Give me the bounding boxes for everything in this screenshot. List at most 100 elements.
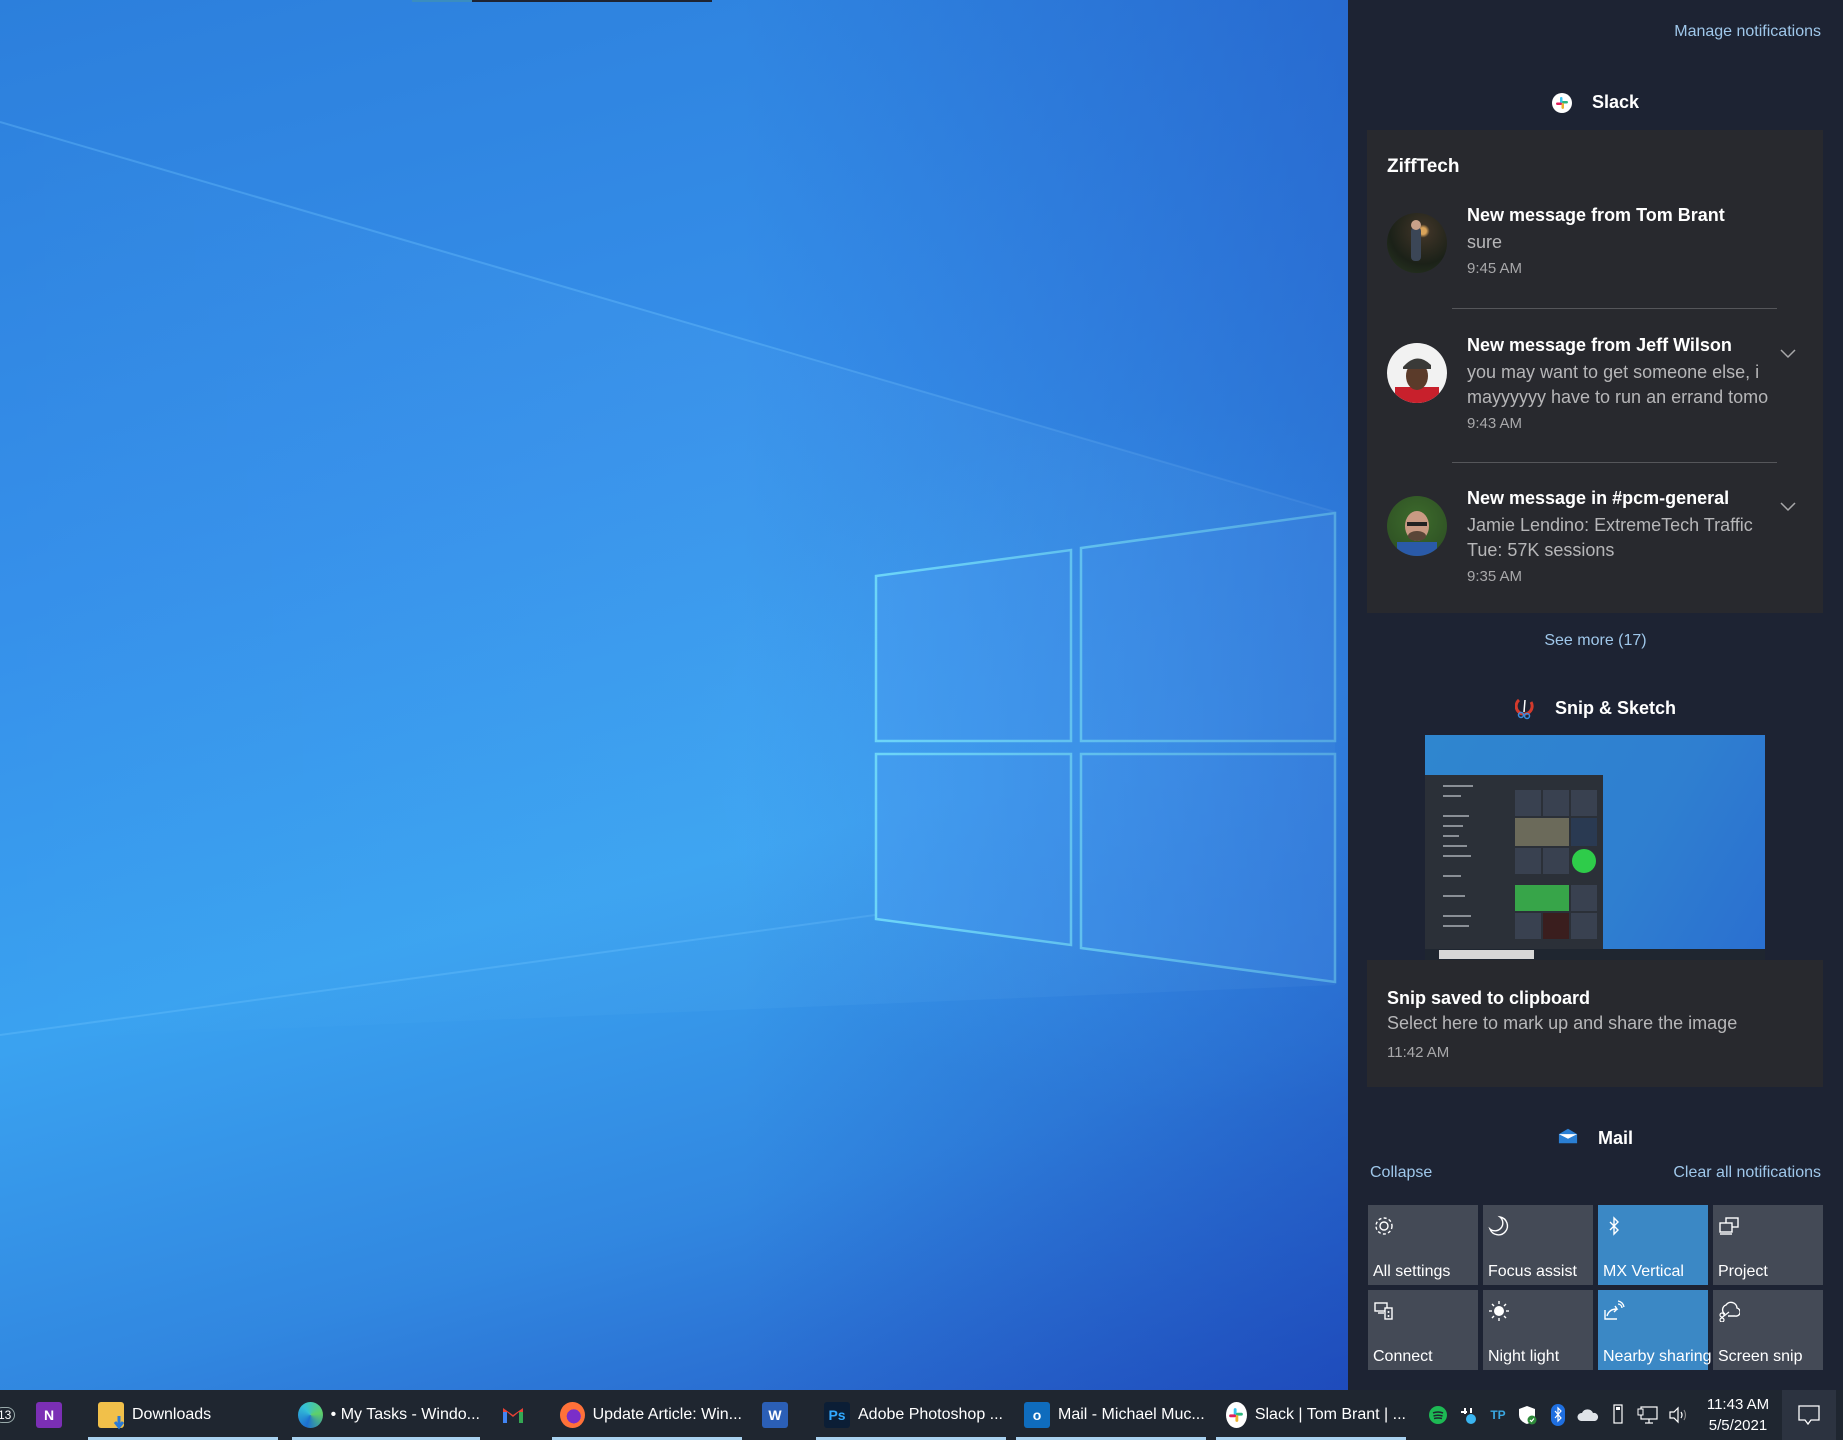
divider bbox=[1452, 462, 1777, 463]
moon-icon bbox=[1488, 1215, 1509, 1236]
divider bbox=[1452, 308, 1777, 309]
onenote-icon: N bbox=[36, 1402, 62, 1428]
notification-title: New message from Jeff Wilson bbox=[1467, 335, 1732, 355]
taskbar-gmail[interactable] bbox=[500, 1390, 526, 1440]
bluetooth-tray-icon[interactable] bbox=[1546, 1403, 1570, 1427]
slack-notification-card: ZiffTech New message from Tom Brant sure… bbox=[1367, 130, 1823, 613]
slack-group-header: Slack bbox=[1348, 92, 1843, 113]
tile-night-light[interactable]: Night light bbox=[1483, 1290, 1593, 1370]
tile-label: Focus assist bbox=[1488, 1263, 1577, 1280]
taskbar-item-label: • My Tasks - Windo... bbox=[330, 1406, 480, 1423]
taskbar-downloads[interactable]: Downloads bbox=[88, 1390, 278, 1440]
project-icon bbox=[1719, 1217, 1739, 1235]
tile-project[interactable]: Project bbox=[1713, 1205, 1823, 1285]
taskbar-outlook-mail[interactable]: o Mail - Michael Muc... bbox=[1016, 1390, 1206, 1440]
screen-snip-icon bbox=[1719, 1301, 1740, 1322]
word-icon: W bbox=[762, 1402, 788, 1428]
tile-screen-snip[interactable]: Screen snip bbox=[1713, 1290, 1823, 1370]
tile-nearby-sharing[interactable]: Nearby sharing bbox=[1598, 1290, 1712, 1370]
collapse-link[interactable]: Collapse bbox=[1370, 1164, 1432, 1182]
notification-title: New message in #pcm-general bbox=[1467, 488, 1730, 508]
taskbar-item-label: Mail - Michael Muc... bbox=[1058, 1406, 1205, 1423]
taskbar-edge-my-tasks[interactable]: • My Tasks - Windo... bbox=[292, 1390, 480, 1440]
gear-icon bbox=[1375, 1217, 1393, 1235]
tile-label: Connect bbox=[1373, 1348, 1433, 1365]
avatar bbox=[1387, 343, 1447, 403]
notification-body: sure bbox=[1467, 232, 1503, 252]
onedrive-icon[interactable] bbox=[1576, 1403, 1600, 1427]
gmail-icon bbox=[503, 1408, 523, 1423]
tile-label: Night light bbox=[1488, 1348, 1560, 1365]
snip-thumbnail[interactable] bbox=[1425, 735, 1765, 960]
network-icon[interactable] bbox=[1636, 1403, 1660, 1427]
windows-logo-wallpaper bbox=[0, 120, 1337, 1040]
logo-pane-top-left bbox=[874, 548, 1073, 743]
tile-bluetooth-mx-vertical[interactable]: MX Vertical bbox=[1598, 1205, 1708, 1285]
slack-app-name: Slack bbox=[1591, 92, 1640, 112]
edge-icon bbox=[298, 1402, 323, 1428]
clock-time: 11:43 AM bbox=[1706, 1396, 1770, 1413]
desktop-wallpaper bbox=[0, 0, 1348, 1390]
notification-time: 9:45 AM bbox=[1467, 260, 1523, 277]
snip-app-name: Snip & Sketch bbox=[1554, 698, 1677, 718]
chevron-down-icon[interactable] bbox=[1779, 500, 1797, 512]
tile-label: Screen snip bbox=[1718, 1348, 1803, 1365]
bluetooth-icon bbox=[1609, 1216, 1619, 1236]
see-more-link[interactable]: See more (17) bbox=[1544, 632, 1646, 649]
notification-title: New message from Tom Brant bbox=[1467, 205, 1725, 225]
slack-icon bbox=[1226, 1402, 1247, 1428]
notification-item[interactable]: New message from Jeff Wilson you may wan… bbox=[1367, 335, 1823, 465]
avatar bbox=[1387, 213, 1447, 273]
logo-pane-bottom-left bbox=[874, 752, 1073, 947]
workspace-name: ZiffTech bbox=[1387, 156, 1460, 177]
firefox-icon bbox=[560, 1402, 585, 1428]
tile-focus-assist[interactable]: Focus assist bbox=[1483, 1205, 1593, 1285]
taskbar-app-badge[interactable]: 13 bbox=[0, 1390, 20, 1440]
file-explorer-icon bbox=[98, 1402, 125, 1430]
tile-label: Project bbox=[1718, 1263, 1768, 1280]
clear-all-notifications-link[interactable]: Clear all notifications bbox=[1673, 1164, 1821, 1182]
connect-icon bbox=[1374, 1302, 1393, 1320]
slack-tray-icon[interactable] bbox=[1456, 1403, 1480, 1427]
avatar bbox=[1387, 496, 1447, 556]
system-tray: TP bbox=[1426, 1390, 1696, 1440]
tile-all-settings[interactable]: All settings bbox=[1368, 1205, 1478, 1285]
taskbar-onenote[interactable]: N bbox=[36, 1390, 62, 1440]
snip-time: 11:42 AM bbox=[1387, 1044, 1450, 1061]
notification-item[interactable]: New message from Tom Brant sure 9:45 AM bbox=[1367, 205, 1823, 335]
mail-app-name: Mail bbox=[1597, 1128, 1633, 1146]
notification-body-line: Jamie Lendino: ExtremeTech Traffic bbox=[1467, 515, 1753, 535]
taskbar-word[interactable]: W bbox=[762, 1390, 788, 1440]
snip-notification-card[interactable]: Snip saved to clipboard Select here to m… bbox=[1367, 960, 1823, 1087]
notification-body: you may want to get someone else, i mayy… bbox=[1467, 360, 1772, 410]
action-center-panel: Manage notifications Slack ZiffTech New … bbox=[1348, 0, 1843, 1390]
taskbar-photoshop[interactable]: Ps Adobe Photoshop ... bbox=[816, 1390, 1006, 1440]
volume-icon[interactable] bbox=[1666, 1403, 1690, 1427]
notification-time: 9:43 AM bbox=[1467, 415, 1523, 432]
tile-label: MX Vertical bbox=[1603, 1263, 1684, 1280]
taskbar: 13 N Downloads • My Tasks - Windo... Upd… bbox=[0, 1390, 1843, 1440]
manage-notifications-link[interactable]: Manage notifications bbox=[1674, 23, 1821, 41]
defender-shield-icon[interactable] bbox=[1516, 1403, 1540, 1427]
taskbar-slack[interactable]: Slack | Tom Brant | ... bbox=[1216, 1390, 1406, 1440]
logo-pane-top-right bbox=[1079, 511, 1337, 743]
logo-pane-bottom-right bbox=[1079, 752, 1337, 984]
notification-icon bbox=[1798, 1405, 1820, 1426]
chevron-down-icon[interactable] bbox=[1779, 347, 1797, 359]
action-center-button[interactable] bbox=[1782, 1390, 1836, 1440]
taskbar-clock[interactable]: 11:43 AM 5/5/2021 bbox=[1703, 1394, 1773, 1436]
taskbar-item-label: Slack | Tom Brant | ... bbox=[1254, 1406, 1406, 1423]
photoshop-icon: Ps bbox=[824, 1402, 850, 1428]
notification-body-line: you may want to get someone else, i bbox=[1467, 362, 1760, 382]
taskbar-firefox-update-article[interactable]: Update Article: Win... bbox=[552, 1390, 742, 1440]
tile-connect[interactable]: Connect bbox=[1368, 1290, 1478, 1370]
sun-icon bbox=[1489, 1301, 1509, 1321]
outlook-icon: o bbox=[1024, 1402, 1050, 1428]
tp-link-icon[interactable]: TP bbox=[1486, 1403, 1510, 1427]
spotify-icon[interactable] bbox=[1426, 1403, 1450, 1427]
snip-title: Snip saved to clipboard bbox=[1387, 988, 1591, 1008]
usb-eject-icon[interactable] bbox=[1606, 1403, 1630, 1427]
notification-time: 9:35 AM bbox=[1467, 568, 1523, 585]
notification-body-line: mayyyyyy have to run an errand tomo bbox=[1467, 387, 1769, 407]
notification-item[interactable]: New message in #pcm-general Jamie Lendin… bbox=[1367, 488, 1823, 618]
